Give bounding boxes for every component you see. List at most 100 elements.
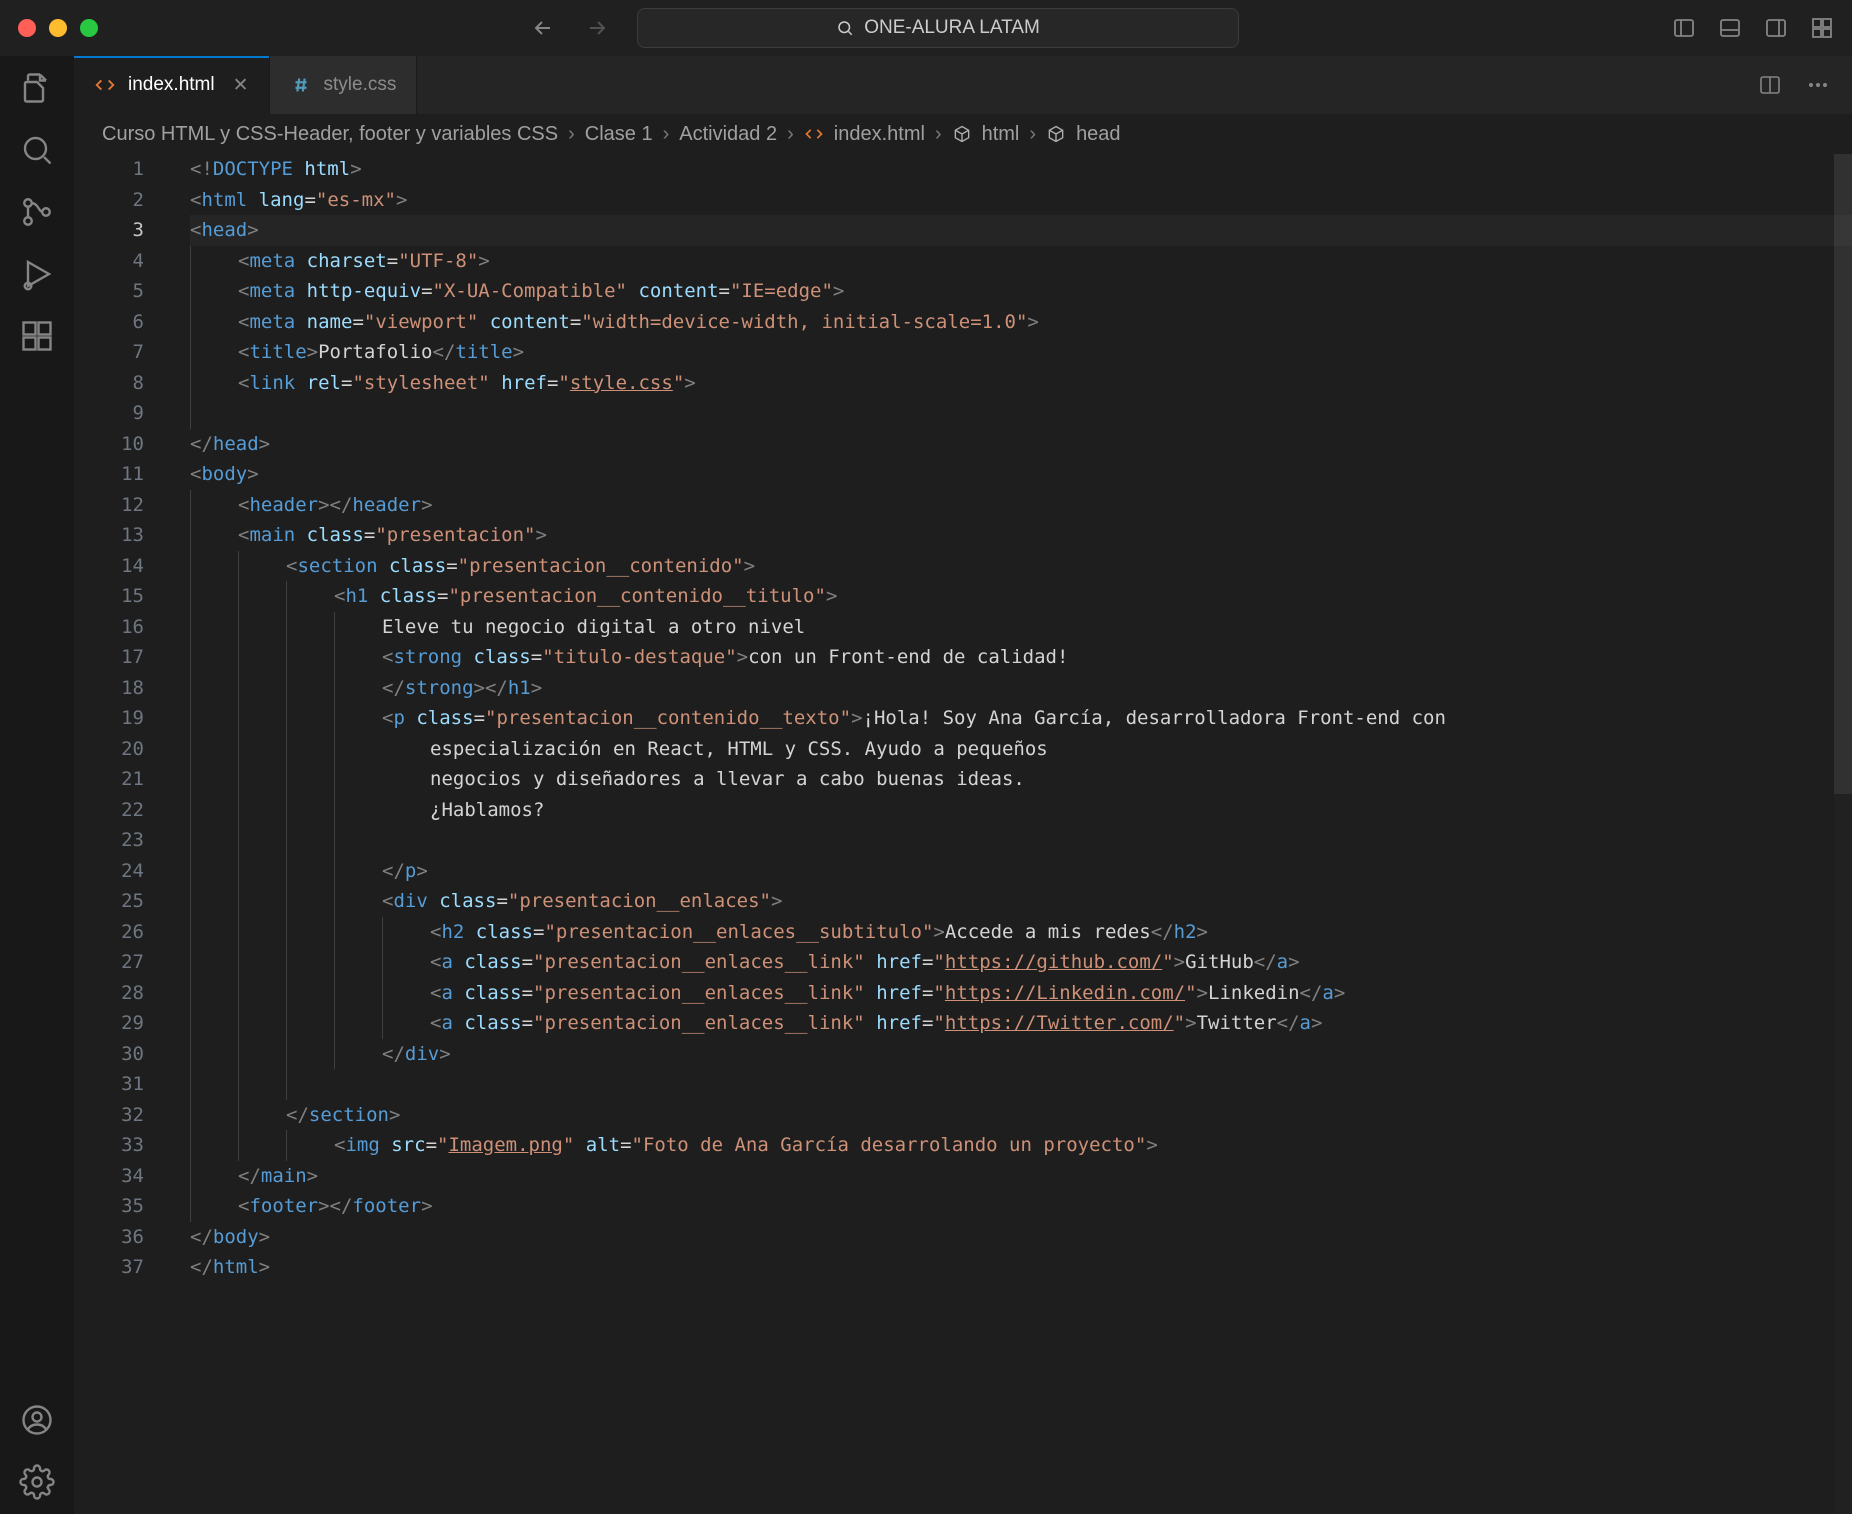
line-number: 35 bbox=[74, 1191, 144, 1222]
editor-tab-index-html[interactable]: index.html ✕ bbox=[74, 56, 270, 114]
code-line[interactable]: </body> bbox=[190, 1222, 1852, 1253]
code-line[interactable]: </div> bbox=[190, 1039, 1852, 1070]
line-number: 34 bbox=[74, 1161, 144, 1192]
line-number: 21 bbox=[74, 764, 144, 795]
code-line[interactable]: negocios y diseñadores a llevar a cabo b… bbox=[190, 764, 1852, 795]
code-line[interactable]: <meta http-equiv="X-UA-Compatible" conte… bbox=[190, 276, 1852, 307]
code-line[interactable]: <a class="presentacion__enlaces__link" h… bbox=[190, 1008, 1852, 1039]
toggle-primary-sidebar-icon[interactable] bbox=[1672, 16, 1696, 40]
code-line[interactable]: <meta charset="UTF-8"> bbox=[190, 246, 1852, 277]
settings-gear-icon[interactable] bbox=[19, 1464, 55, 1500]
explorer-icon[interactable] bbox=[19, 70, 55, 106]
symbol-icon bbox=[952, 124, 972, 144]
maximize-window-button[interactable] bbox=[80, 19, 98, 37]
line-number: 36 bbox=[74, 1222, 144, 1253]
tab-label: index.html bbox=[128, 74, 215, 96]
code-line[interactable] bbox=[190, 398, 1852, 429]
line-number: 10 bbox=[74, 429, 144, 460]
code-line[interactable]: <div class="presentacion__enlaces"> bbox=[190, 886, 1852, 917]
search-activity-icon[interactable] bbox=[19, 132, 55, 168]
code-line[interactable]: </section> bbox=[190, 1100, 1852, 1131]
breadcrumb-item[interactable]: head bbox=[1076, 123, 1121, 146]
line-number: 1 bbox=[74, 154, 144, 185]
editor-tab-style-css[interactable]: style.css bbox=[270, 56, 418, 114]
breadcrumb-item[interactable]: Actividad 2 bbox=[679, 123, 777, 146]
code-line[interactable]: <section class="presentacion__contenido"… bbox=[190, 551, 1852, 582]
line-number: 4 bbox=[74, 246, 144, 277]
code-line[interactable]: <head> bbox=[190, 215, 1852, 246]
close-window-button[interactable] bbox=[18, 19, 36, 37]
minimap-scrollbar[interactable] bbox=[1834, 154, 1852, 1514]
toggle-panel-icon[interactable] bbox=[1718, 16, 1742, 40]
line-number: 3 bbox=[74, 215, 144, 246]
line-number-gutter: 1234567891011121314151617181920212223242… bbox=[74, 154, 172, 1283]
breadcrumb-item[interactable]: Clase 1 bbox=[585, 123, 653, 146]
run-debug-icon[interactable] bbox=[19, 256, 55, 292]
code-line[interactable]: <html lang="es-mx"> bbox=[190, 185, 1852, 216]
code-content[interactable]: <!DOCTYPE html><html lang="es-mx"><head>… bbox=[172, 154, 1852, 1283]
code-line[interactable]: </strong></h1> bbox=[190, 673, 1852, 704]
breadcrumb-separator: › bbox=[1029, 123, 1036, 146]
line-number: 22 bbox=[74, 795, 144, 826]
code-line[interactable]: ¿Hablamos? bbox=[190, 795, 1852, 826]
editor-tabs: index.html ✕ style.css bbox=[74, 56, 1852, 114]
split-editor-icon[interactable] bbox=[1758, 73, 1782, 97]
extensions-icon[interactable] bbox=[19, 318, 55, 354]
code-line[interactable]: </p> bbox=[190, 856, 1852, 887]
code-line[interactable]: <meta name="viewport" content="width=dev… bbox=[190, 307, 1852, 338]
minimize-window-button[interactable] bbox=[49, 19, 67, 37]
code-line[interactable]: <h2 class="presentacion__enlaces__subtit… bbox=[190, 917, 1852, 948]
html-file-icon bbox=[94, 74, 116, 96]
window-controls bbox=[18, 19, 98, 37]
breadcrumb-item[interactable]: index.html bbox=[834, 123, 925, 146]
line-number: 23 bbox=[74, 825, 144, 856]
more-actions-icon[interactable] bbox=[1806, 73, 1830, 97]
line-number: 20 bbox=[74, 734, 144, 765]
nav-back-button[interactable] bbox=[531, 16, 555, 40]
code-line[interactable]: <!DOCTYPE html> bbox=[190, 154, 1852, 185]
breadcrumb-item[interactable]: Curso HTML y CSS-Header, footer y variab… bbox=[102, 123, 558, 146]
code-line[interactable]: </main> bbox=[190, 1161, 1852, 1192]
line-number: 37 bbox=[74, 1252, 144, 1283]
code-line[interactable]: Eleve tu negocio digital a otro nivel bbox=[190, 612, 1852, 643]
code-line[interactable]: <a class="presentacion__enlaces__link" h… bbox=[190, 947, 1852, 978]
line-number: 14 bbox=[74, 551, 144, 582]
code-line[interactable]: <link rel="stylesheet" href="style.css"> bbox=[190, 368, 1852, 399]
line-number: 26 bbox=[74, 917, 144, 948]
code-line[interactable]: <body> bbox=[190, 459, 1852, 490]
command-center-search[interactable]: ONE-ALURA LATAM bbox=[637, 8, 1239, 48]
breadcrumb-separator: › bbox=[568, 123, 575, 146]
code-line[interactable]: <main class="presentacion"> bbox=[190, 520, 1852, 551]
code-editor[interactable]: 1234567891011121314151617181920212223242… bbox=[74, 154, 1852, 1514]
accounts-icon[interactable] bbox=[19, 1402, 55, 1438]
code-line[interactable]: especialización en React, HTML y CSS. Ay… bbox=[190, 734, 1852, 765]
code-line[interactable]: </html> bbox=[190, 1252, 1852, 1283]
code-line[interactable]: <footer></footer> bbox=[190, 1191, 1852, 1222]
scrollbar-thumb[interactable] bbox=[1834, 154, 1852, 794]
code-line[interactable]: <h1 class="presentacion__contenido__titu… bbox=[190, 581, 1852, 612]
breadcrumb-item[interactable]: html bbox=[982, 123, 1020, 146]
breadcrumb[interactable]: Curso HTML y CSS-Header, footer y variab… bbox=[74, 114, 1852, 154]
line-number: 2 bbox=[74, 185, 144, 216]
code-line[interactable] bbox=[190, 1069, 1852, 1100]
code-line[interactable]: <p class="presentacion__contenido__texto… bbox=[190, 703, 1852, 734]
code-line[interactable]: <a class="presentacion__enlaces__link" h… bbox=[190, 978, 1852, 1009]
code-line[interactable]: <header></header> bbox=[190, 490, 1852, 521]
line-number: 31 bbox=[74, 1069, 144, 1100]
close-tab-icon[interactable]: ✕ bbox=[233, 74, 249, 97]
toggle-secondary-sidebar-icon[interactable] bbox=[1764, 16, 1788, 40]
line-number: 24 bbox=[74, 856, 144, 887]
workspace-name: ONE-ALURA LATAM bbox=[864, 17, 1040, 39]
nav-forward-button[interactable] bbox=[585, 16, 609, 40]
breadcrumb-separator: › bbox=[787, 123, 794, 146]
customize-layout-icon[interactable] bbox=[1810, 16, 1834, 40]
line-number: 32 bbox=[74, 1100, 144, 1131]
code-line[interactable] bbox=[190, 825, 1852, 856]
source-control-icon[interactable] bbox=[19, 194, 55, 230]
search-icon bbox=[836, 19, 854, 37]
symbol-icon bbox=[1046, 124, 1066, 144]
code-line[interactable]: <img src="Imagem.png" alt="Foto de Ana G… bbox=[190, 1130, 1852, 1161]
code-line[interactable]: <title>Portafolio</title> bbox=[190, 337, 1852, 368]
code-line[interactable]: <strong class="titulo-destaque">con un F… bbox=[190, 642, 1852, 673]
code-line[interactable]: </head> bbox=[190, 429, 1852, 460]
